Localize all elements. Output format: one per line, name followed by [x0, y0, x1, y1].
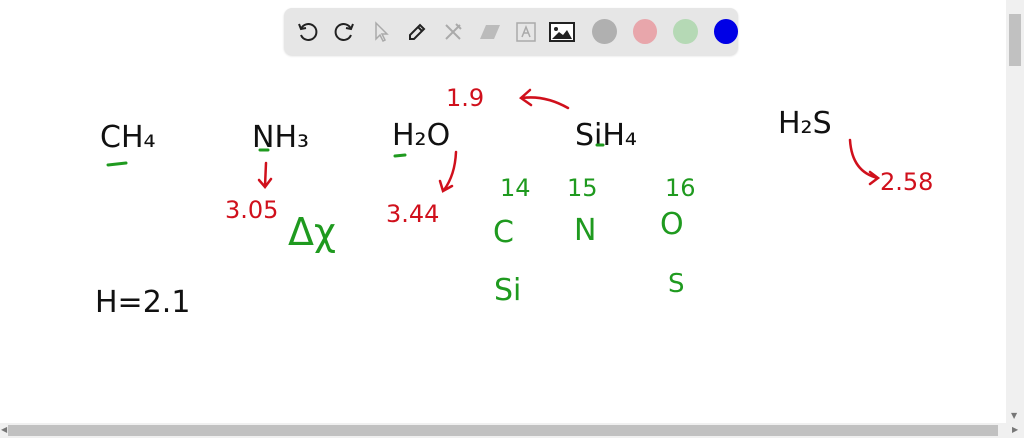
- color-blue-swatch[interactable]: [713, 19, 738, 44]
- formula-h2o: H₂O: [392, 118, 450, 153]
- eraser-icon[interactable]: [475, 17, 503, 46]
- horizontal-scrollbar[interactable]: ◀ ▶: [0, 423, 1024, 438]
- vertical-scrollbar[interactable]: ▼: [1006, 0, 1024, 424]
- tools-icon[interactable]: [439, 17, 467, 46]
- color-red-swatch[interactable]: [632, 19, 658, 44]
- horizontal-scroll-thumb[interactable]: [8, 425, 998, 436]
- image-icon[interactable]: [548, 17, 576, 46]
- formula-ch4: CH₄: [100, 120, 156, 155]
- color-green-swatch[interactable]: [673, 19, 698, 44]
- central-atom-underlines: [106, 143, 605, 167]
- si-electronegativity: 1.9: [446, 84, 484, 112]
- formula-h2s: H₂S: [778, 106, 832, 141]
- hydrogen-electronegativity: H=2.1: [95, 285, 190, 320]
- element-c: C: [493, 215, 514, 250]
- undo-icon[interactable]: [294, 17, 322, 46]
- element-o: O: [660, 207, 684, 242]
- pen-icon[interactable]: [403, 17, 431, 46]
- formula-sih4: SiH₄: [575, 118, 637, 153]
- element-s: S: [668, 269, 685, 299]
- o-electronegativity: 3.44: [386, 200, 439, 228]
- scroll-right-icon[interactable]: ▶: [1012, 425, 1018, 434]
- vertical-scroll-thumb[interactable]: [1009, 14, 1021, 66]
- drawing-toolbar: [284, 8, 738, 55]
- scroll-down-icon[interactable]: ▼: [1011, 411, 1017, 420]
- s-electronegativity: 2.58: [880, 168, 933, 196]
- select-icon[interactable]: [367, 17, 395, 46]
- n-electronegativity: 3.05: [225, 196, 278, 224]
- group-14: 14: [500, 174, 531, 202]
- whiteboard-canvas[interactable]: CH₄ NH₃ H₂O SiH₄ H₂S H=2.1 1.9 3.05 3.44…: [0, 0, 1006, 422]
- color-gray-swatch[interactable]: [592, 19, 617, 44]
- redo-icon[interactable]: [330, 17, 358, 46]
- element-n: N: [574, 213, 596, 248]
- text-icon[interactable]: [512, 17, 540, 46]
- group-16: 16: [665, 174, 696, 202]
- element-si: Si: [494, 273, 521, 308]
- delta-chi-label: Δχ: [288, 210, 336, 254]
- group-15: 15: [567, 174, 598, 202]
- scroll-left-icon[interactable]: ◀: [1, 425, 7, 434]
